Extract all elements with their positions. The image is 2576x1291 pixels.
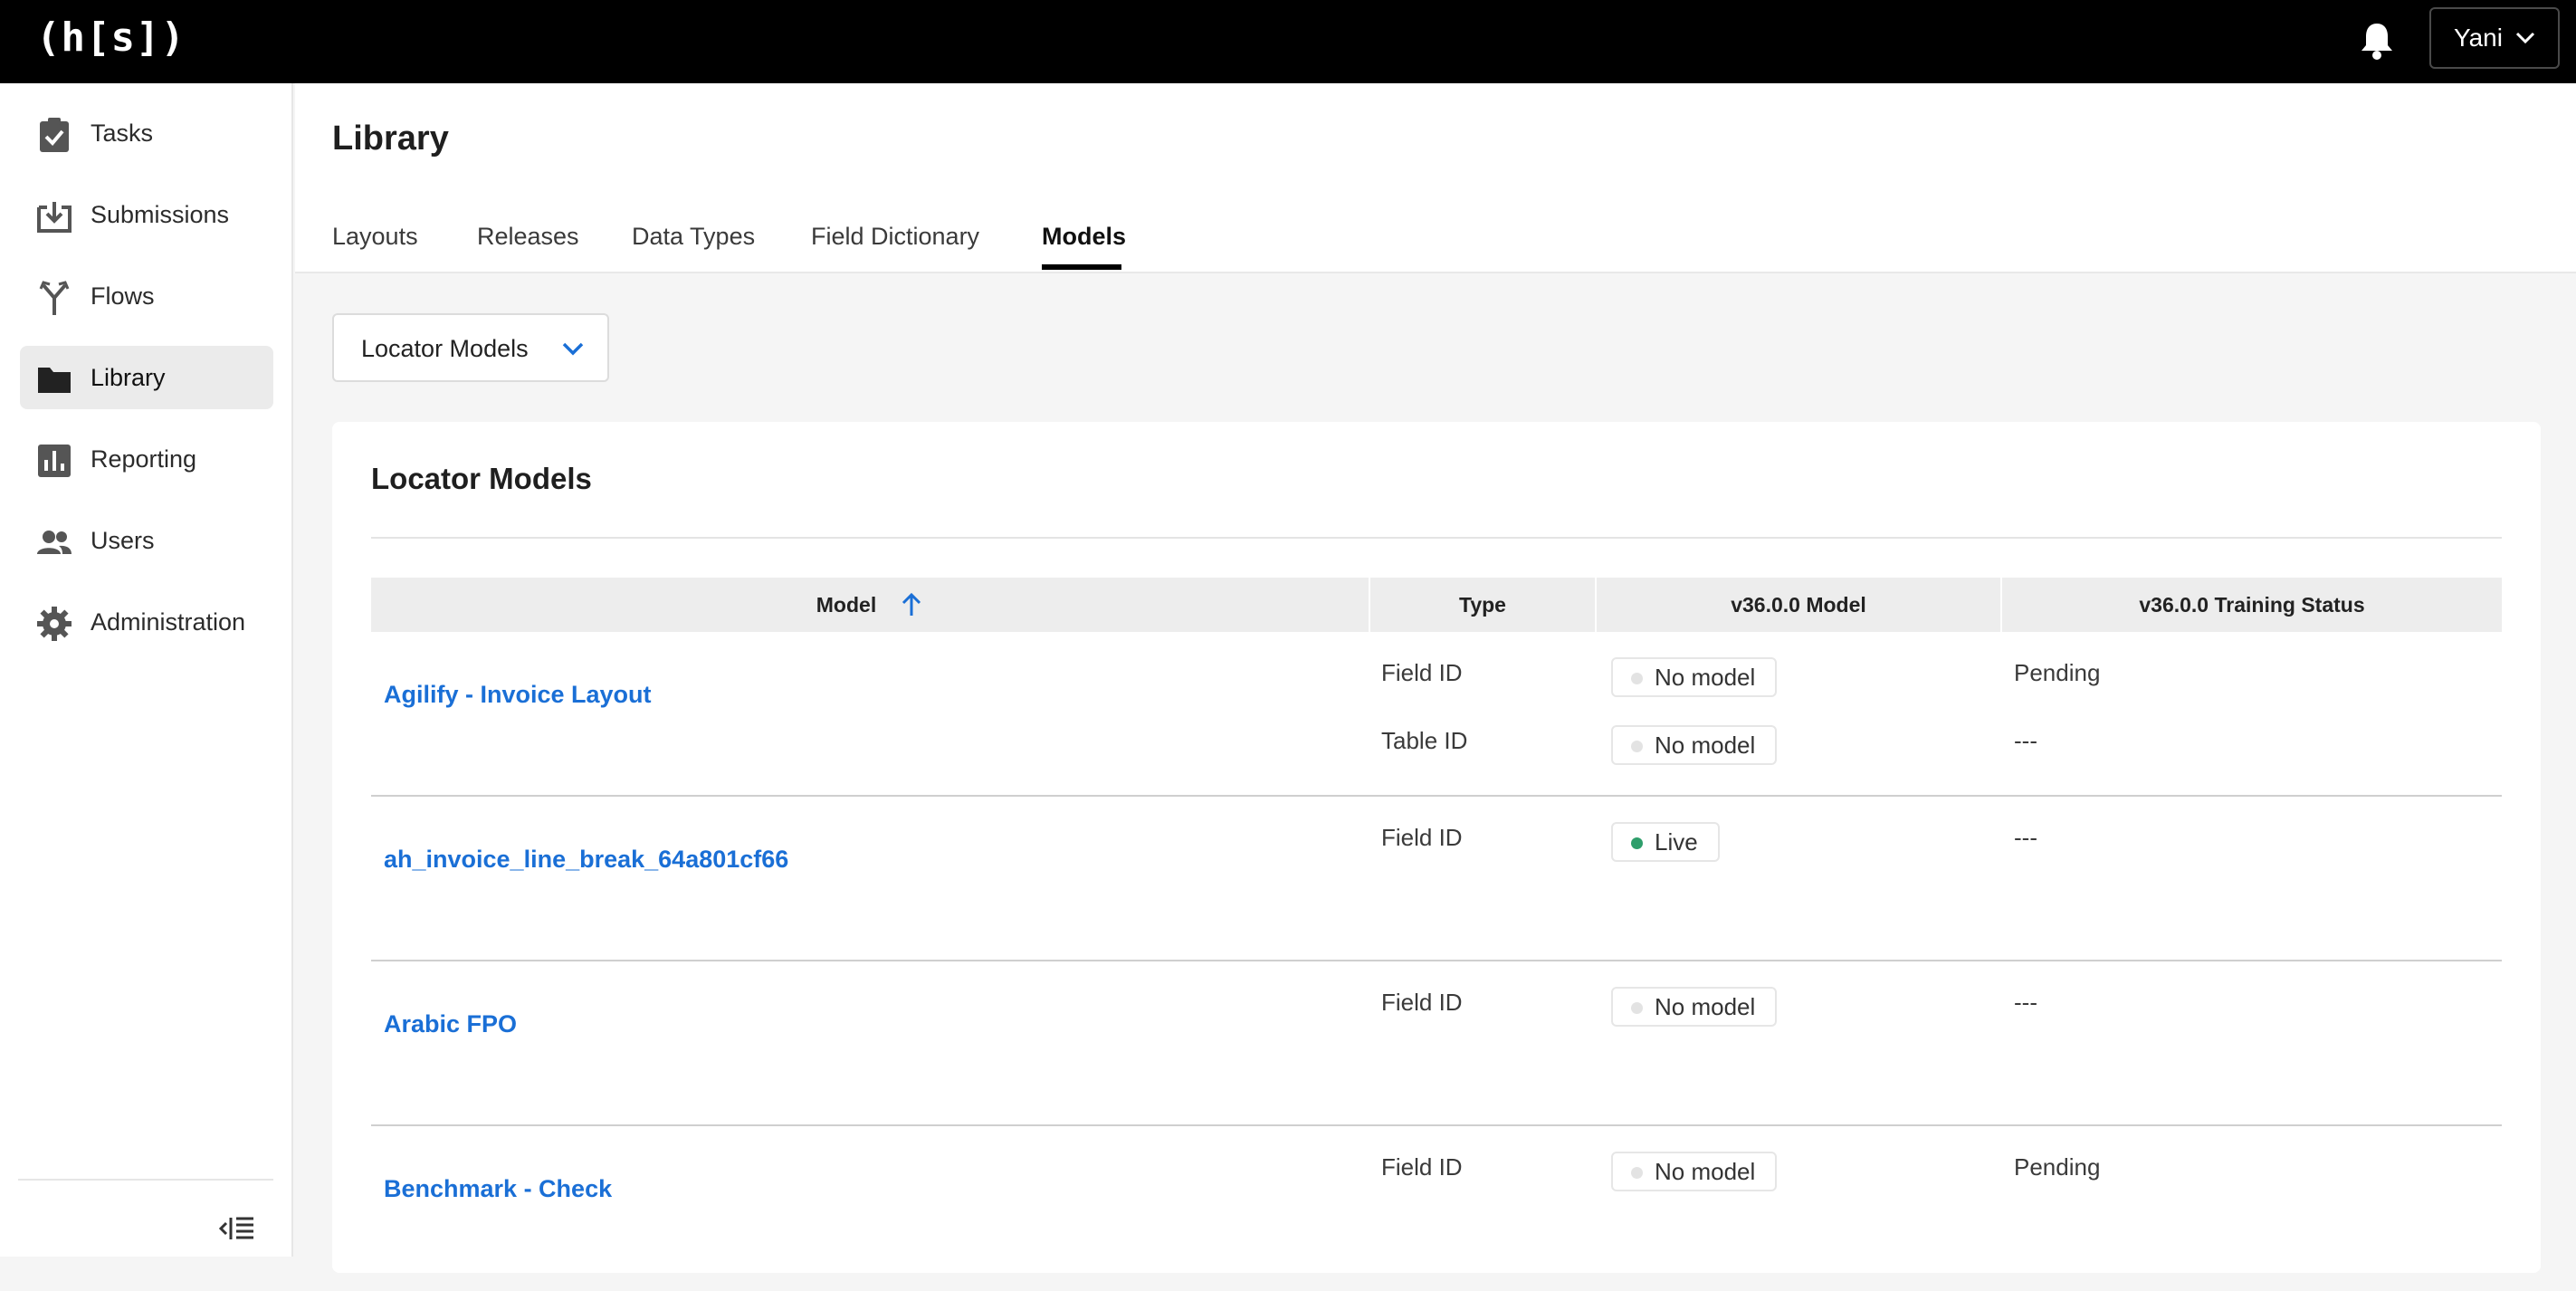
model-status-badge: Live (1611, 822, 1720, 862)
clipboard-check-icon (36, 117, 72, 153)
folder-icon (36, 361, 72, 397)
top-bar: (h[s]) Yani (0, 0, 2576, 83)
status-dot-icon (1631, 1002, 1643, 1014)
training-status: Pending (2014, 659, 2101, 686)
sort-ascending-icon[interactable] (900, 592, 923, 617)
card-divider (371, 537, 2502, 539)
active-tab-indicator (1042, 264, 1121, 270)
dropdown-selected-value: Locator Models (361, 335, 529, 362)
sidebar-item-reporting[interactable]: Reporting (20, 427, 273, 491)
user-name: Yani (2454, 24, 2503, 52)
column-header-label: Model (816, 592, 877, 617)
model-status-label: No model (1655, 1157, 1756, 1185)
type-cell: Field ID (1381, 1153, 1463, 1181)
sidebar-item-label: Submissions (91, 200, 230, 228)
card-title: Locator Models (371, 462, 592, 495)
model-type-dropdown[interactable]: Locator Models (332, 313, 609, 382)
sidebar-divider (18, 1179, 273, 1181)
sidebar-item-label: Administration (91, 607, 246, 636)
model-link[interactable]: ah_invoice_line_break_64a801cf66 (384, 846, 788, 874)
table-row: Benchmark - Check Field ID No model Pend… (371, 1126, 2502, 1291)
model-status-label: Live (1655, 827, 1698, 856)
chevron-down-icon (562, 342, 584, 356)
sidebar-item-label: Library (91, 363, 166, 391)
gear-icon (36, 606, 72, 642)
model-status-badge: No model (1611, 1152, 1778, 1191)
column-header-model-version[interactable]: v36.0.0 Model (1597, 578, 2000, 632)
user-menu-button[interactable]: Yani (2429, 7, 2560, 69)
bell-icon[interactable] (2359, 20, 2395, 62)
flow-branch-icon (36, 280, 72, 316)
model-status-label: No model (1655, 663, 1756, 691)
column-header-model[interactable]: Model (371, 578, 1369, 632)
sidebar-item-tasks[interactable]: Tasks (20, 101, 273, 165)
table-header: Model Type v36.0.0 Model v36.0.0 Trainin… (371, 578, 2502, 632)
inbox-download-icon (36, 198, 72, 234)
chevron-down-icon (2515, 32, 2535, 44)
table-row: ah_invoice_line_break_64a801cf66 Field I… (371, 797, 2502, 961)
page-title: Library (332, 120, 449, 158)
column-header-training-status[interactable]: v36.0.0 Training Status (2002, 578, 2502, 632)
tab-releases[interactable]: Releases (477, 223, 579, 251)
sidebar-item-label: Users (91, 526, 155, 554)
type-cell: Field ID (1381, 989, 1463, 1016)
sidebar-item-flows[interactable]: Flows (20, 264, 273, 328)
model-status-badge: No model (1611, 725, 1778, 765)
tab-field-dictionary[interactable]: Field Dictionary (811, 223, 979, 251)
column-header-type[interactable]: Type (1370, 578, 1595, 632)
model-status-label: No model (1655, 731, 1756, 759)
model-link[interactable]: Agilify - Invoice Layout (384, 681, 652, 709)
model-status-badge: No model (1611, 987, 1778, 1027)
model-status-label: No model (1655, 992, 1756, 1020)
collapse-sidebar-icon[interactable] (218, 1215, 255, 1248)
tab-models[interactable]: Models (1042, 223, 1126, 251)
sidebar: Tasks Submissions Flows Library Reportin… (0, 83, 293, 1257)
sidebar-item-label: Flows (91, 282, 155, 310)
sidebar-item-users[interactable]: Users (20, 509, 273, 572)
training-status: --- (2014, 824, 2037, 851)
status-dot-icon (1631, 741, 1643, 752)
table-row: Agilify - Invoice Layout Field ID No mod… (371, 632, 2502, 797)
bar-chart-icon (36, 443, 72, 479)
table-row: Arabic FPO Field ID No model --- (371, 961, 2502, 1126)
status-dot-icon (1631, 1167, 1643, 1179)
sidebar-item-label: Reporting (91, 445, 197, 473)
status-dot-icon (1631, 673, 1643, 684)
sidebar-item-administration[interactable]: Administration (20, 590, 273, 654)
training-status: Pending (2014, 1153, 2101, 1181)
training-status: --- (2014, 989, 2037, 1016)
page-header: Library Layouts Releases Data Types Fiel… (295, 83, 2576, 273)
model-link[interactable]: Arabic FPO (384, 1010, 517, 1038)
sidebar-item-label: Tasks (91, 119, 154, 147)
sidebar-item-submissions[interactable]: Submissions (20, 183, 273, 246)
locator-models-card: Locator Models Model Type v36.0.0 Model … (332, 422, 2541, 1273)
status-dot-icon (1631, 837, 1643, 849)
tab-data-types[interactable]: Data Types (632, 223, 755, 251)
tab-layouts[interactable]: Layouts (332, 223, 418, 251)
users-icon (36, 524, 72, 560)
type-cell: Field ID (1381, 824, 1463, 851)
type-cell: Field ID (1381, 659, 1463, 686)
app-logo[interactable]: (h[s]) (36, 14, 186, 61)
sidebar-item-library[interactable]: Library (20, 346, 273, 409)
model-status-badge: No model (1611, 657, 1778, 697)
training-status: --- (2014, 727, 2037, 754)
type-cell: Table ID (1381, 727, 1468, 754)
model-link[interactable]: Benchmark - Check (384, 1175, 612, 1203)
